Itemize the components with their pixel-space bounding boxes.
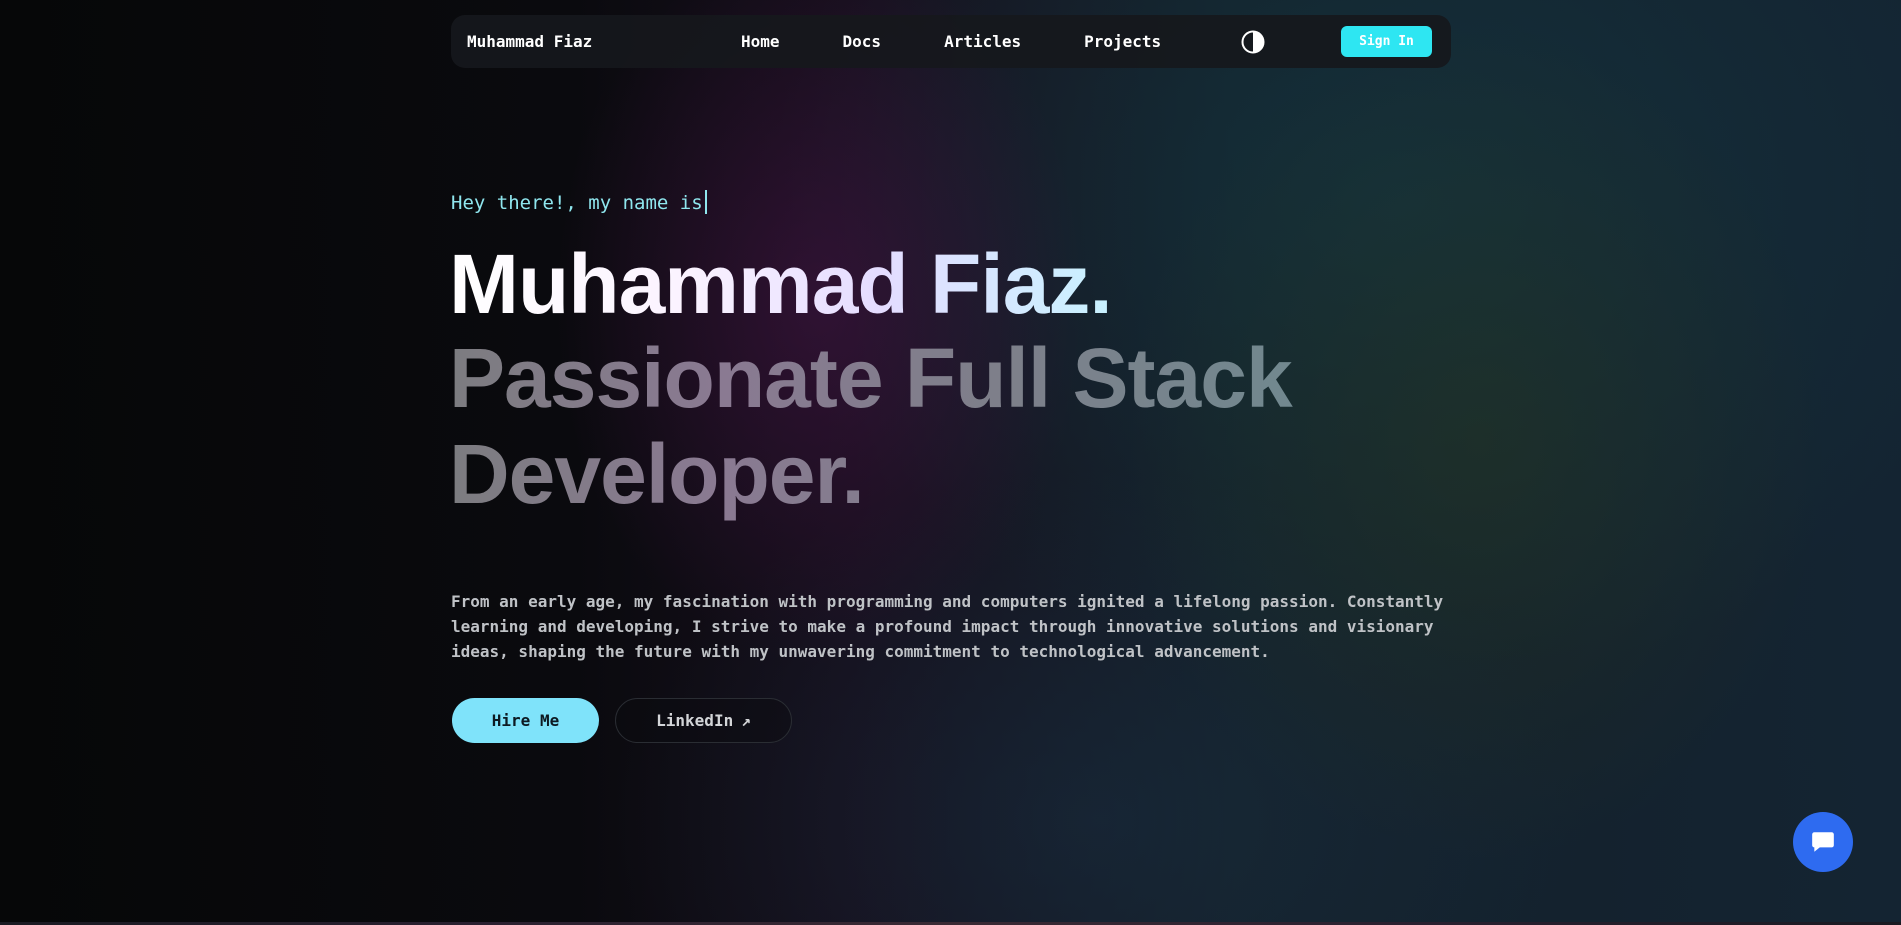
chat-button[interactable] — [1793, 812, 1853, 872]
nav-link-docs[interactable]: Docs — [843, 32, 882, 51]
hero-role: Passionate Full Stack Developer. — [449, 330, 1349, 522]
linkedin-button[interactable]: LinkedIn ↗ — [615, 698, 792, 743]
hero-name: Muhammad Fiaz. — [449, 237, 1113, 331]
nav-link-home[interactable]: Home — [741, 32, 780, 51]
hire-me-button[interactable]: Hire Me — [452, 698, 599, 743]
nav-link-articles[interactable]: Articles — [944, 32, 1021, 51]
chat-bubble-icon — [1812, 832, 1834, 852]
external-arrow-icon: ↗ — [741, 711, 751, 730]
greeting-label: Hey there!, my name is — [451, 192, 703, 214]
greeting-text: Hey there!, my name is — [451, 190, 707, 214]
nav-links: Home Docs Articles Projects — [741, 15, 1224, 68]
hero-bio: From an early age, my fascination with p… — [451, 592, 1444, 661]
typing-caret — [704, 190, 707, 214]
top-navbar: Muhammad Fiaz Home Docs Articles Project… — [451, 15, 1451, 68]
theme-toggle-button[interactable] — [1241, 30, 1265, 54]
contrast-icon — [1241, 30, 1265, 54]
sign-in-button[interactable]: Sign In — [1341, 26, 1432, 57]
nav-link-projects[interactable]: Projects — [1084, 32, 1161, 51]
linkedin-label: LinkedIn — [656, 711, 734, 730]
brand-name[interactable]: Muhammad Fiaz — [467, 32, 592, 51]
